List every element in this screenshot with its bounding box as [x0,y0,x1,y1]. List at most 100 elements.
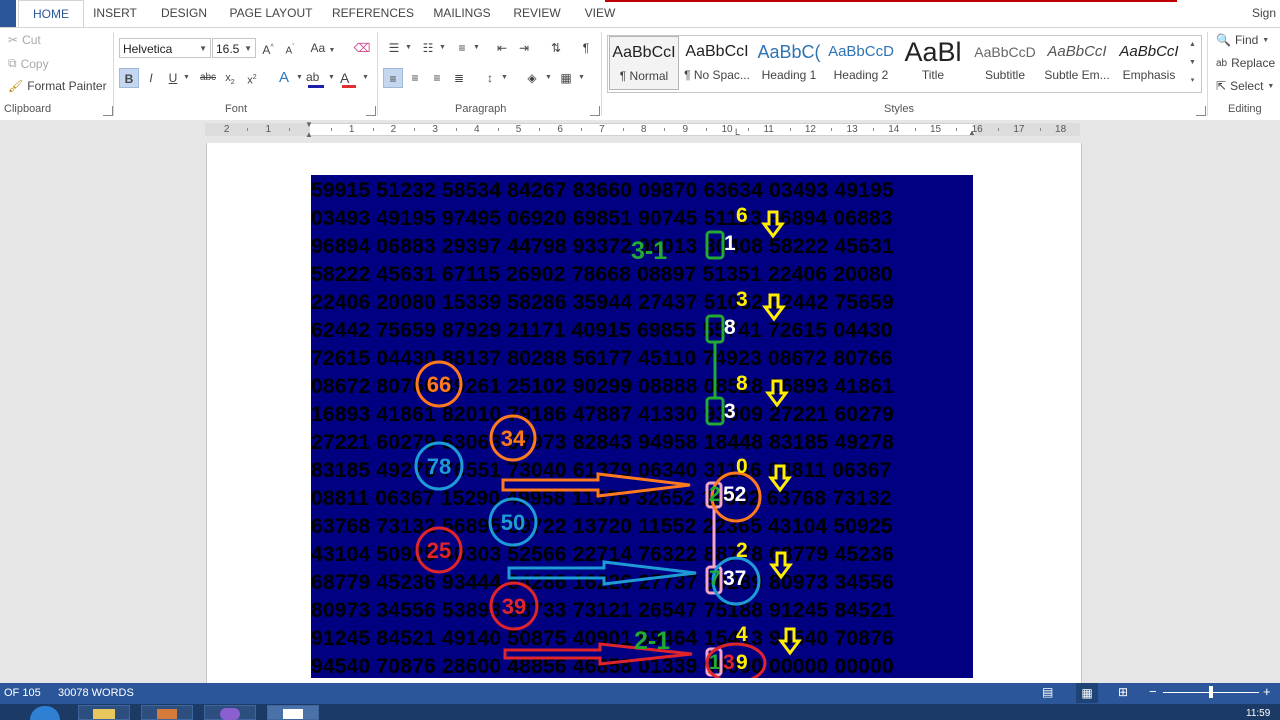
print-layout-icon[interactable]: ▦ [1076,683,1098,703]
ruler-tick [622,128,624,131]
tab-page-layout[interactable]: PAGE LAYOUT [226,0,316,27]
taskbar-app-icon[interactable] [141,705,193,720]
tab-review[interactable]: REVIEW [508,0,566,27]
chevron-down-icon[interactable]: ▼ [473,44,480,51]
tab-design[interactable]: DESIGN [154,0,214,27]
right-indent-marker[interactable]: ▲ [968,128,976,137]
word-count[interactable]: 30078 WORDS [58,687,134,699]
blue-circle-label: 50 [500,510,526,535]
chevron-down-icon[interactable]: ▼ [501,74,508,81]
bold-button[interactable]: B [119,68,139,88]
show-paragraph-marks-icon[interactable]: ¶ [576,38,596,58]
tab-stop-marker[interactable]: L [735,127,740,137]
first-line-indent-marker[interactable]: ▼ [305,120,313,129]
tab-home[interactable]: HOME [18,0,84,28]
tab-view[interactable]: VIEW [578,0,622,27]
chevron-down-icon[interactable]: ▼ [183,74,190,81]
page-count[interactable]: OF 105 [4,687,41,699]
ruler-tick [497,128,499,131]
chevron-down-icon[interactable]: ▼ [405,44,412,51]
text-effects-icon[interactable]: A [274,68,294,88]
select-button[interactable]: ⇱ Select ▼ [1216,79,1274,93]
justify-icon[interactable]: ≣ [449,68,469,88]
multilevel-list-icon[interactable]: ≡ [452,38,472,58]
highlight-color-button[interactable]: ab [306,70,326,88]
subscript-button[interactable]: x2 [220,68,240,88]
document-image[interactable]: 59915 51232 58534 84267 83660 09870 6363… [311,175,973,678]
sign-in-link[interactable]: Sign [1248,0,1280,27]
chevron-down-icon[interactable]: ▼ [362,74,369,81]
ruler-number: 15 [929,124,942,135]
superscript-button[interactable]: x2 [242,68,262,88]
chevron-down-icon[interactable]: ▼ [328,74,335,81]
clipboard-launcher-icon[interactable] [103,106,113,116]
tab-insert[interactable]: INSERT [86,0,144,27]
clear-formatting-icon[interactable]: ⌫ [352,38,372,58]
replace-button[interactable]: ab Replace [1216,56,1275,70]
gallery-more-icon[interactable]: ▾ [1184,72,1201,90]
result-number: 37 [723,567,747,590]
shading-icon[interactable]: ◈ [522,68,542,88]
italic-button[interactable]: I [141,68,161,88]
web-layout-icon[interactable]: ⊞ [1118,685,1128,699]
zoom-slider-thumb[interactable] [1209,686,1213,698]
sort-icon[interactable]: ⇅ [546,38,566,58]
borders-icon[interactable]: ▦ [556,68,576,88]
find-button[interactable]: 🔍 Find ▼ [1216,33,1269,47]
file-tab[interactable] [0,0,16,27]
decrease-indent-icon[interactable]: ⇤ [492,38,512,58]
shrink-font-button[interactable]: Aˇ [280,38,300,58]
style-emphasis[interactable]: AaBbCcI Emphasis [1114,36,1184,90]
taskbar-clock[interactable]: 11:59 [1246,708,1270,719]
format-painter-button[interactable]: 🖌 Format Painter [8,79,107,93]
copy-button[interactable]: ⧉ Copy [8,56,49,71]
ruler-number: 5 [515,124,522,135]
clipboard-group-label: Clipboard [4,103,52,115]
style-subtle-emphasis[interactable]: AaBbCcI Subtle Em... [1042,36,1112,90]
font-color-button[interactable]: A [340,70,360,88]
chevron-down-icon[interactable]: ▼ [1184,54,1201,72]
align-right-icon[interactable]: ≡ [427,68,447,88]
style-heading-1[interactable]: AaBbC( Heading 1 [754,36,824,90]
grow-font-button[interactable]: A^ [258,38,278,58]
style-heading-2[interactable]: AaBbCcD Heading 2 [826,36,896,90]
taskbar-word-icon[interactable] [267,705,319,720]
chevron-down-icon[interactable]: ▼ [296,74,303,81]
paragraph-launcher-icon[interactable] [590,106,600,116]
bullets-icon[interactable]: ☰ [384,38,404,58]
chevron-down-icon[interactable]: ▼ [545,74,552,81]
column-digit: 3 [724,400,736,423]
taskbar-browser-icon[interactable] [204,705,256,720]
binoculars-icon: 🔍 [1216,33,1231,47]
underline-button[interactable]: U [163,68,183,88]
numbering-icon[interactable]: ☷ [418,38,438,58]
cut-button[interactable]: ✂ Cut [8,33,41,47]
taskbar-explorer-icon[interactable] [78,705,130,720]
tab-references[interactable]: REFERENCES [330,0,416,27]
align-center-icon[interactable]: ≡ [405,68,425,88]
font-launcher-icon[interactable] [366,106,376,116]
hanging-indent-marker[interactable]: ▲ [305,130,313,139]
strikethrough-button[interactable]: abc [196,68,220,88]
style-no-spacing[interactable]: AaBbCcI ¶ No Spac... [682,36,752,90]
chevron-up-icon[interactable]: ▲ [1184,36,1201,54]
replace-icon: ab [1216,57,1228,69]
chevron-down-icon[interactable]: ▼ [578,74,585,81]
chevron-down-icon[interactable]: ▼ [439,44,446,51]
red-circle-label: 39 [501,594,527,619]
font-name-combo[interactable]: Helvetica ▼ [119,38,211,58]
read-mode-icon[interactable]: ▤ [1042,685,1053,699]
increase-indent-icon[interactable]: ⇥ [514,38,534,58]
styles-launcher-icon[interactable] [1196,106,1206,116]
change-case-button[interactable]: Aa ▼ [308,38,338,58]
style-title[interactable]: AaBl Title [898,36,968,90]
style-subtitle[interactable]: AaBbCcD Subtitle [970,36,1040,90]
zoom-in-icon[interactable]: + [1263,684,1271,699]
align-left-icon[interactable]: ≡ [383,68,403,88]
line-spacing-icon[interactable]: ↕ [480,68,500,88]
style-normal[interactable]: AaBbCcI ¶ Normal [609,36,679,90]
tab-mailings[interactable]: MAILINGS [428,0,496,27]
zoom-out-icon[interactable]: − [1149,684,1157,699]
yellow-down-arrow-icon [765,379,789,408]
font-size-combo[interactable]: 16.5 ▼ [212,38,256,58]
